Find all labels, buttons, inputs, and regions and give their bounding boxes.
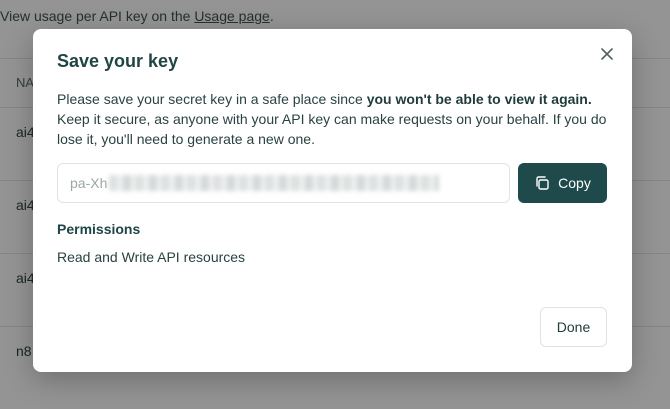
secret-key-redacted (109, 175, 440, 191)
secret-key-field[interactable]: pa-Xh (57, 163, 510, 203)
dialog-title: Save your key (57, 51, 179, 71)
copy-button[interactable]: Copy (518, 163, 607, 203)
copy-button-label: Copy (558, 175, 591, 191)
save-key-dialog: Save your key Please save your secret ke… (33, 29, 632, 372)
dialog-description: Please save your secret key in a safe pl… (57, 89, 612, 149)
close-icon (601, 48, 613, 60)
copy-icon (536, 176, 549, 190)
description-warning: you won't be able to view it again. (366, 91, 592, 107)
permissions-value: Read and Write API resources (57, 249, 246, 265)
secret-key-prefix: pa-Xh (70, 175, 108, 191)
description-text-cont: Keep it secure, as anyone with your API … (57, 111, 607, 147)
permissions-heading: Permissions (57, 221, 141, 237)
description-text: Please save your secret key in a safe pl… (57, 91, 367, 107)
close-button[interactable] (598, 45, 616, 63)
done-button[interactable]: Done (540, 307, 607, 347)
